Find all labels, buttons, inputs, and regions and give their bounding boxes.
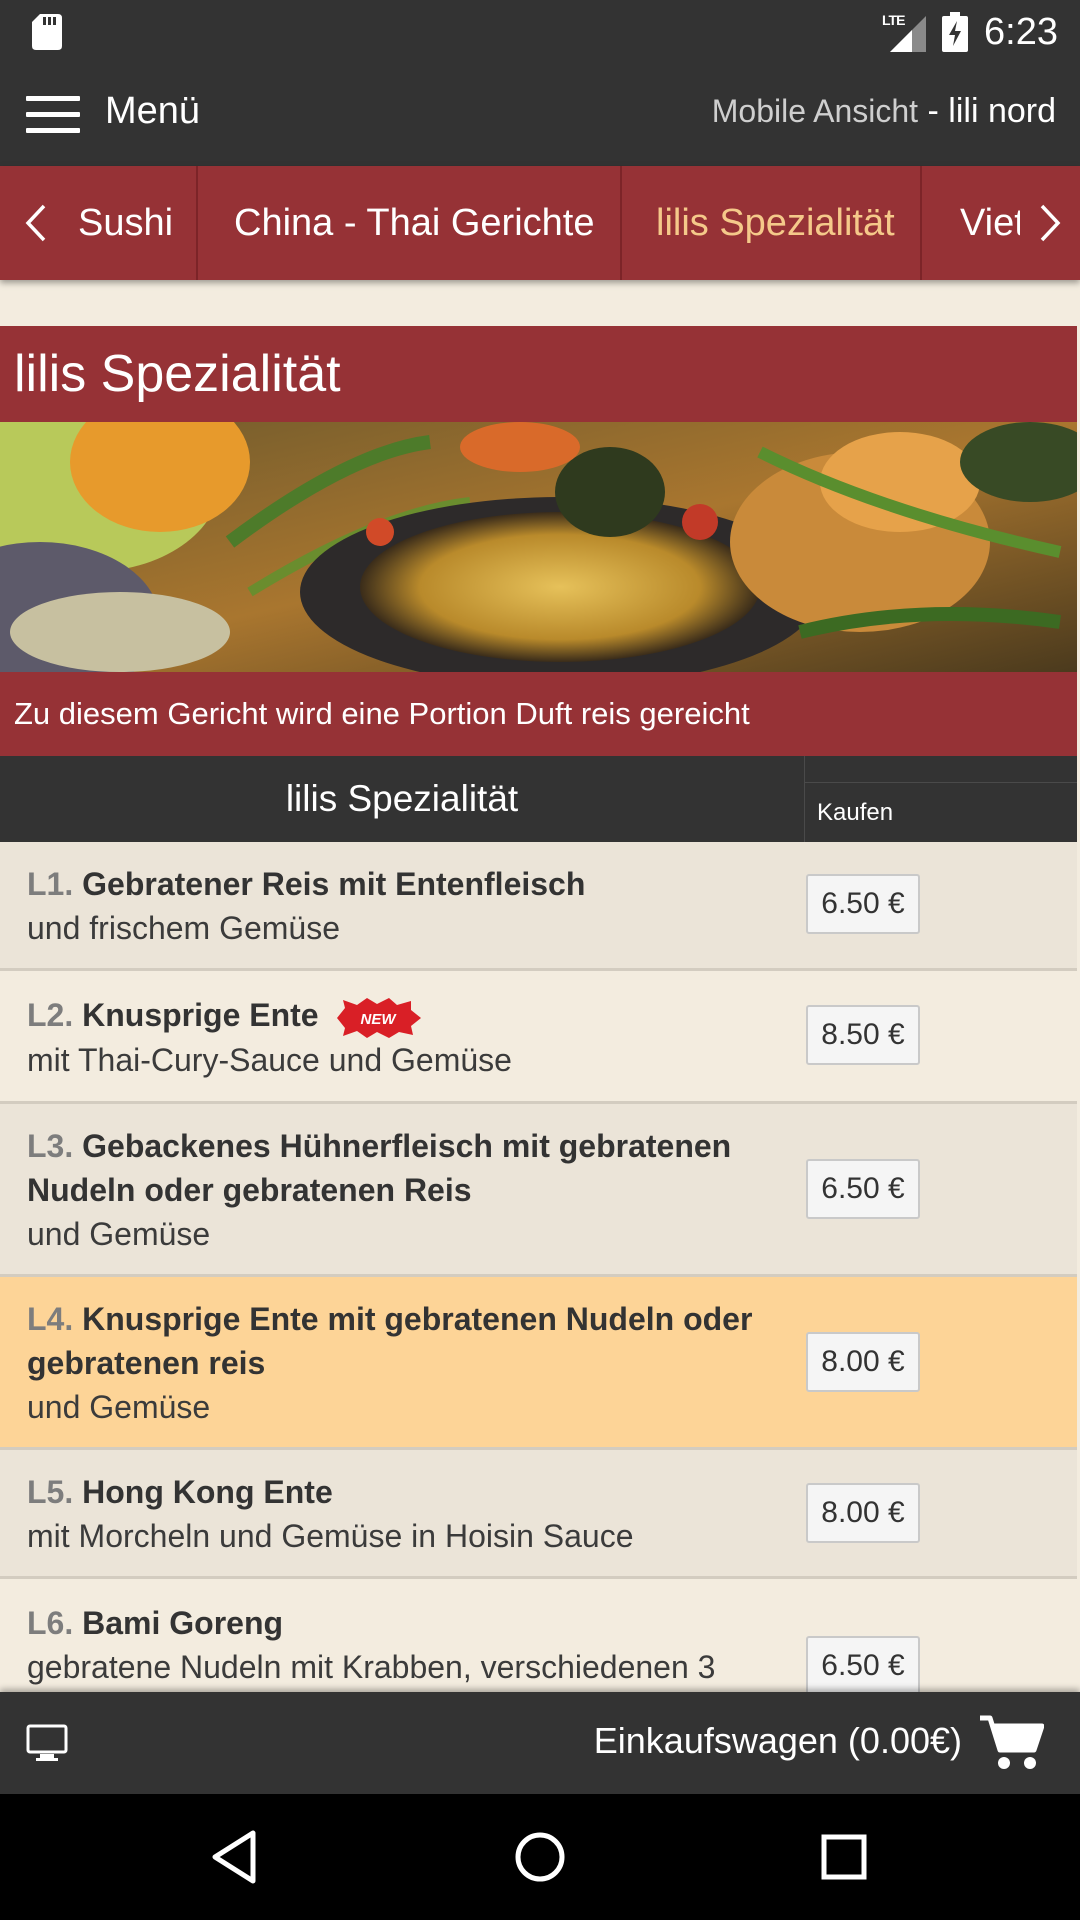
table-row[interactable]: L4. Knusprige Ente mit gebratenen Nudeln… — [0, 1277, 1077, 1450]
tab-china-thai[interactable]: China - Thai Gerichte — [198, 166, 622, 280]
item-text: L2. Knusprige Ente NEW mit Thai-Cury-Sau… — [27, 993, 787, 1082]
item-code: L1. — [27, 866, 74, 902]
chevron-right-icon[interactable] — [1020, 166, 1080, 280]
clock: 6:23 — [984, 10, 1058, 53]
price-button[interactable]: 8.00 € — [806, 1483, 920, 1543]
desktop-icon[interactable] — [26, 1724, 68, 1762]
price-button[interactable]: 6.50 € — [806, 1159, 920, 1219]
cart-bar: Einkaufswagen (0.00€) — [0, 1692, 1080, 1794]
nav-back-icon[interactable] — [205, 1827, 265, 1887]
item-description: und Gemüse — [27, 1389, 211, 1425]
sd-card-icon — [32, 14, 62, 50]
table-row[interactable]: L3. Gebackenes Hühnerfleisch mit gebrate… — [0, 1104, 1077, 1277]
hamburger-icon[interactable] — [26, 96, 80, 136]
table-row[interactable]: L1. Gebratener Reis mit Entenfleisch und… — [0, 842, 1077, 971]
item-name: Bami Goreng — [82, 1605, 284, 1641]
item-text: L3. Gebackenes Hühnerfleisch mit gebrate… — [27, 1124, 787, 1256]
item-description: und Gemüse — [27, 1216, 211, 1252]
item-description: mit Morcheln und Gemüse in Hoisin Sauce — [27, 1518, 634, 1554]
table-header-title: lilis Spezialität — [0, 756, 805, 842]
restaurant-name: lili nord — [948, 92, 1056, 130]
item-name: Knusprige Ente mit gebratenen Nudeln ode… — [27, 1301, 753, 1381]
item-name: Gebackenes Hühnerfleisch mit gebratenen … — [27, 1128, 732, 1208]
item-description: gebratene Nudeln mit Krabben, verschiede… — [27, 1649, 716, 1685]
item-text: L1. Gebratener Reis mit Entenfleisch und… — [27, 862, 787, 950]
price-button[interactable]: 6.50 € — [806, 1636, 920, 1696]
section-subtitle: Zu diesem Gericht wird eine Portion Duft… — [0, 672, 1077, 756]
table-row[interactable]: L2. Knusprige Ente NEW mit Thai-Cury-Sau… — [0, 971, 1077, 1104]
tab-lilis-spezialitaet[interactable]: lilis Spezialität — [622, 166, 922, 280]
price-button[interactable]: 8.50 € — [806, 1005, 920, 1065]
item-code: L5. — [27, 1474, 74, 1510]
hero-food-image — [0, 422, 1077, 672]
item-text: L5. Hong Kong Ente mit Morcheln und Gemü… — [27, 1470, 787, 1558]
item-code: L6. — [27, 1605, 74, 1641]
view-mode-info: Mobile Ansicht - lili nord — [712, 92, 1056, 131]
item-name: Knusprige Ente — [82, 997, 319, 1033]
system-nav-bar — [0, 1794, 1080, 1920]
nav-recents-icon[interactable] — [814, 1827, 874, 1887]
menu-button-label[interactable]: Menü — [105, 90, 200, 133]
cart-button-label[interactable]: Einkaufswagen (0.00€) — [594, 1720, 962, 1762]
item-description: mit Thai-Cury-Sauce und Gemüse — [27, 1041, 512, 1078]
signal-icon: LTE — [882, 12, 927, 52]
chevron-left-icon[interactable] — [4, 166, 64, 280]
new-badge-icon: NEW — [337, 997, 422, 1038]
separator: - — [918, 92, 949, 130]
item-description: und frischem Gemüse — [27, 910, 341, 946]
nav-home-icon[interactable] — [510, 1827, 570, 1887]
item-name: Hong Kong Ente — [82, 1474, 333, 1510]
price-button[interactable]: 8.00 € — [806, 1332, 920, 1392]
battery-charging-icon — [942, 12, 969, 52]
price-button[interactable]: 6.50 € — [806, 874, 920, 934]
table-header-buy: Kaufen — [805, 782, 1077, 842]
item-code: L2. — [27, 997, 74, 1033]
status-bar: LTE 6:23 — [0, 0, 1080, 64]
item-text: L6. Bami Goreng gebratene Nudeln mit Kra… — [27, 1601, 787, 1689]
new-badge-text: NEW — [361, 1011, 398, 1028]
table-header: lilis Spezialität Kaufen — [0, 756, 1077, 842]
item-text: L4. Knusprige Ente mit gebratenen Nudeln… — [27, 1297, 787, 1429]
table-row[interactable]: L5. Hong Kong Ente mit Morcheln und Gemü… — [0, 1450, 1077, 1579]
shopping-cart-icon[interactable] — [978, 1712, 1044, 1772]
item-code: L3. — [27, 1128, 74, 1164]
category-tabs: Sushi China - Thai Gerichte lilis Spezia… — [0, 166, 1080, 280]
item-name: Gebratener Reis mit Entenfleisch — [82, 866, 586, 902]
view-mode-label[interactable]: Mobile Ansicht — [712, 93, 918, 129]
app-bar: Menü Mobile Ansicht - lili nord — [0, 64, 1080, 166]
screen: LTE 6:23 Menü Mobile Ansicht - lili nord — [0, 0, 1080, 1920]
item-code: L4. — [27, 1301, 74, 1337]
section-title: lilis Spezialität — [0, 326, 1077, 422]
tab-sushi[interactable]: Sushi — [78, 166, 198, 280]
